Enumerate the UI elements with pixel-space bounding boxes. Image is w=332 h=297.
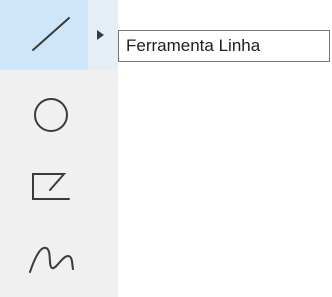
shape-toolbar [0, 0, 118, 297]
polygon-tool-button[interactable] [0, 148, 118, 218]
line-icon [24, 10, 78, 60]
circle-icon [24, 90, 78, 140]
circle-tool-button[interactable] [0, 80, 118, 150]
freehand-tool-button[interactable] [0, 222, 118, 292]
drawing-tools-panel: Ferramenta Linha [0, 0, 332, 297]
polygon-icon [24, 158, 78, 208]
freehand-icon [24, 232, 78, 282]
line-tool-button[interactable] [0, 0, 118, 70]
tool-tooltip: Ferramenta Linha [118, 30, 330, 62]
expand-arrow-icon [94, 28, 106, 42]
